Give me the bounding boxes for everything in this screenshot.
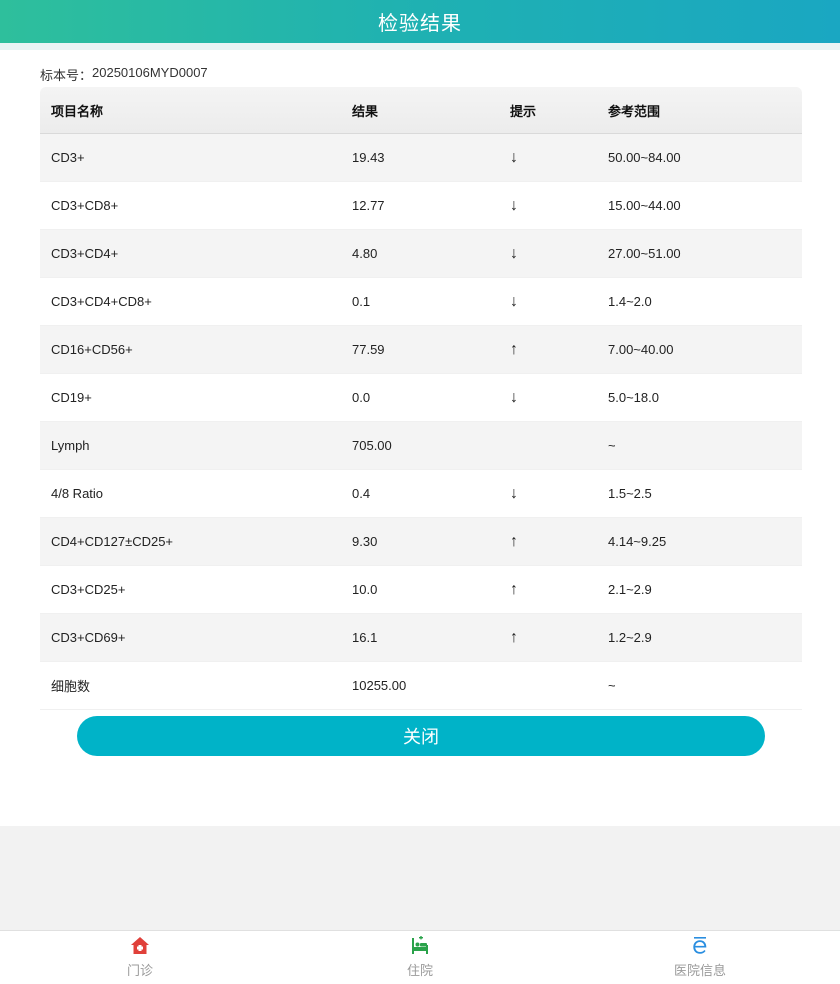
item-name: CD3+CD25+ [51,582,126,597]
nav-label: 医院信息 [673,963,726,978]
specimen-value: 20250106MYD0007 [92,65,208,80]
item-result: 705.00 [352,438,392,453]
table-body: CD3+ 19.43 ↓ 50.00~84.00 CD3+CD8+ 12.77 … [40,134,802,710]
item-result: 0.0 [352,390,371,405]
hospital-bed-icon [410,936,430,956]
table-row: 4/8 Ratio 0.4 ↓ 1.5~2.5 [40,470,802,518]
item-name: 4/8 Ratio [51,486,104,501]
item-range: 2.1~2.9 [608,582,652,597]
item-result: 10.0 [352,582,378,597]
column-header-result: 结果 [352,103,379,119]
item-name: Lymph [51,438,90,453]
e-info-icon [690,936,710,956]
bottom-nav: 门诊 住院 医院信息 [0,930,840,984]
item-range: 15.00~44.00 [608,198,681,213]
nav-label: 门诊 [126,963,153,978]
item-range: 5.0~18.0 [608,390,659,405]
item-name: CD4+CD127±CD25+ [51,534,174,549]
item-result: 10255.00 [352,678,407,693]
table-row: CD4+CD127±CD25+ 9.30 ↑ 4.14~9.25 [40,518,802,566]
table-row: Lymph 705.00 ~ [40,422,802,470]
item-range: ~ [608,678,616,693]
item-result: 12.77 [352,198,385,213]
arrow-down-icon: ↓ [510,196,518,214]
column-header-name: 项目名称 [51,103,104,119]
arrow-up-icon: ↑ [510,628,518,646]
nav-item-inpatient[interactable]: 住院 [280,931,560,984]
item-range: 7.00~40.00 [608,342,674,357]
item-range: 27.00~51.00 [608,246,681,261]
table-row: CD3+CD69+ 16.1 ↑ 1.2~2.9 [40,614,802,662]
item-range: 1.4~2.0 [608,294,652,309]
table-row: 细胞数 10255.00 ~ [40,662,802,710]
table-row: CD3+CD4+CD8+ 0.1 ↓ 1.4~2.0 [40,278,802,326]
arrow-down-icon: ↓ [510,484,518,502]
arrow-down-icon: ↓ [510,292,518,310]
item-result: 77.59 [352,342,385,357]
column-header-flag: 提示 [510,103,537,119]
table-header: 项目名称 结果 提示 参考范围 [40,87,802,134]
arrow-up-icon: ↑ [510,532,518,550]
item-result: 19.43 [352,150,385,165]
item-result: 0.4 [352,486,371,501]
main-content: 标本号： 20250106MYD0007 项目名称 结果 提示 参考范围 CD3… [0,50,840,826]
table-row: CD19+ 0.0 ↓ 5.0~18.0 [40,374,802,422]
item-range: 50.00~84.00 [608,150,681,165]
arrow-down-icon: ↓ [510,148,518,166]
item-name: CD16+CD56+ [51,342,133,357]
item-name: CD3+CD4+CD8+ [51,294,152,309]
nav-item-hospital-info[interactable]: 医院信息 [560,931,840,984]
arrow-down-icon: ↓ [510,244,518,262]
item-range: 4.14~9.25 [608,534,667,549]
item-range: 1.2~2.9 [608,630,652,645]
arrow-up-icon: ↑ [510,340,518,358]
table-row: CD3+CD8+ 12.77 ↓ 15.00~44.00 [40,182,802,230]
item-result: 0.1 [352,294,371,309]
item-name: CD3+CD8+ [51,198,119,213]
item-result: 4.80 [352,246,378,261]
nav-item-outpatient[interactable]: 门诊 [0,931,280,984]
item-result: 16.1 [352,630,378,645]
table-row: CD3+ 19.43 ↓ 50.00~84.00 [40,134,802,182]
specimen-number: 标本号： 20250106MYD0007 [40,65,208,84]
table-row: CD3+CD4+ 4.80 ↓ 27.00~51.00 [40,230,802,278]
item-name: CD3+CD4+ [51,246,119,261]
header-divider [0,43,840,50]
app-header: 检验结果 [0,0,840,43]
house-icon [130,936,150,956]
arrow-up-icon: ↑ [510,580,518,598]
column-header-range: 参考范围 [608,103,661,119]
nav-label: 住院 [406,963,433,978]
item-name: CD19+ [51,390,92,405]
item-name: CD3+ [51,150,85,165]
results-table: 项目名称 结果 提示 参考范围 CD3+ 19.43 ↓ 50.00~84.00… [40,87,802,710]
close-button[interactable]: 关闭 [77,716,765,756]
table-row: CD3+CD25+ 10.0 ↑ 2.1~2.9 [40,566,802,614]
item-range: 1.5~2.5 [608,486,652,501]
table-row: CD16+CD56+ 77.59 ↑ 7.00~40.00 [40,326,802,374]
page-title: 检验结果 [378,13,462,35]
item-name: CD3+CD69+ [51,630,126,645]
item-name: 细胞数 [51,679,91,694]
item-result: 9.30 [352,534,378,549]
specimen-label: 标本号： [40,68,93,83]
arrow-down-icon: ↓ [510,388,518,406]
item-range: ~ [608,438,616,453]
